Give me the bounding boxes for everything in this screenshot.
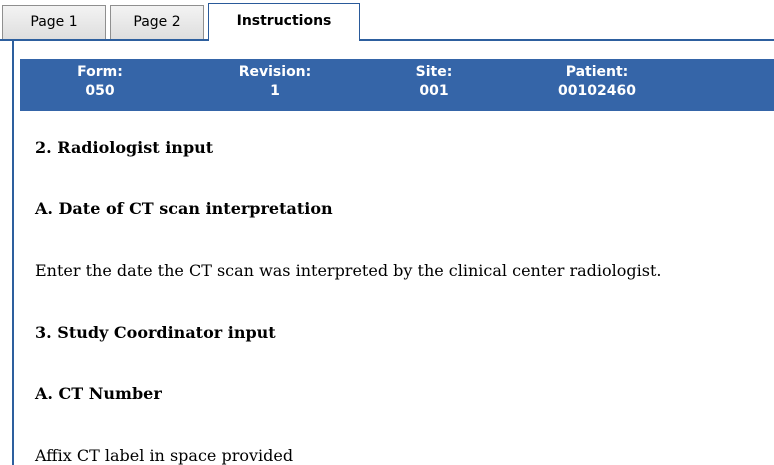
form-info-header: Form: 050 Revision: 1 Site: 001 Patient:… — [20, 59, 774, 111]
form-label: Form: — [77, 64, 123, 80]
revision-value: 1 — [270, 83, 280, 99]
tab-page-1[interactable]: Page 1 — [2, 5, 106, 39]
patient-info: Patient: 00102460 — [542, 63, 652, 101]
section-3a-heading: A. CT Number — [35, 384, 162, 403]
tab-instructions[interactable]: Instructions — [208, 3, 360, 41]
form-value: 050 — [85, 83, 115, 99]
site-value: 001 — [419, 83, 449, 99]
tab-page-2[interactable]: Page 2 — [110, 5, 204, 39]
section-2-heading: 2. Radiologist input — [35, 138, 214, 157]
site-info: Site: 001 — [404, 63, 464, 101]
section-2a-heading: A. Date of CT scan interpretation — [35, 199, 333, 218]
patient-label: Patient: — [565, 64, 629, 80]
section-2a-text: Enter the date the CT scan was interpret… — [35, 261, 662, 280]
patient-value: 00102460 — [558, 83, 636, 99]
section-3a-text: Affix CT label in space provided — [35, 446, 294, 465]
site-label: Site: — [415, 64, 453, 80]
revision-label: Revision: — [238, 64, 312, 80]
form-info: Form: 050 — [60, 63, 140, 101]
tab-bar: Page 1 Page 2 Instructions — [0, 0, 774, 41]
tab-underline — [0, 39, 774, 41]
revision-info: Revision: 1 — [220, 63, 330, 101]
section-3-heading: 3. Study Coordinator input — [35, 323, 276, 342]
